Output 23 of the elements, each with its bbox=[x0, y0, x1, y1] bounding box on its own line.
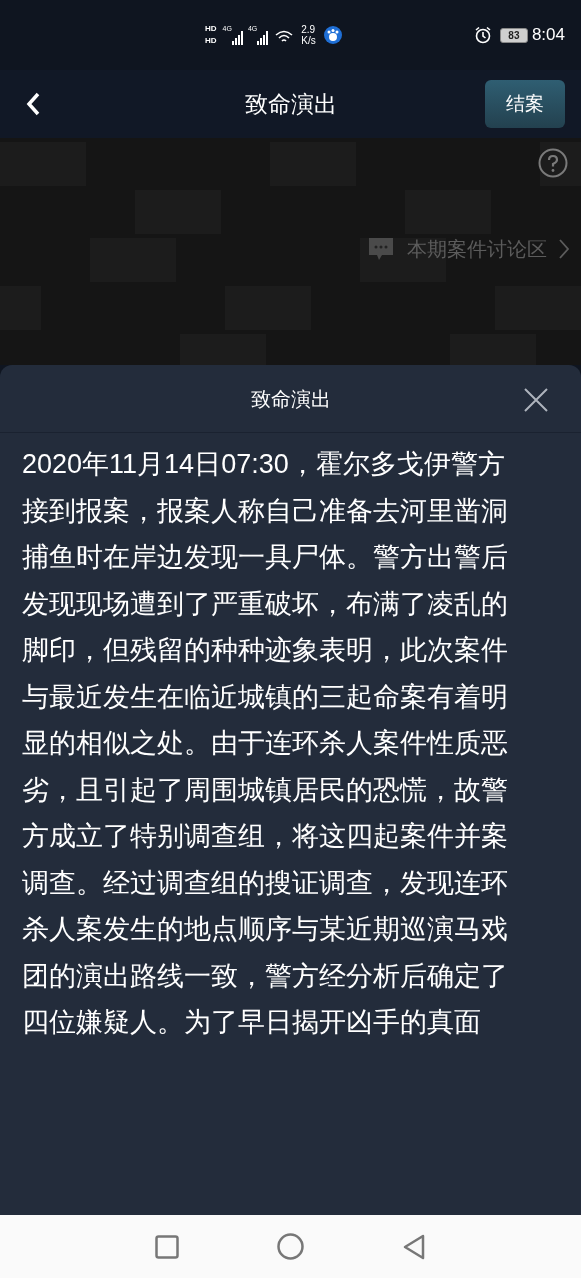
recent-apps-icon[interactable] bbox=[155, 1234, 179, 1259]
chat-bubble-icon bbox=[367, 236, 395, 262]
help-icon[interactable] bbox=[538, 148, 568, 178]
back-nav-icon[interactable] bbox=[402, 1233, 426, 1260]
chevron-right-icon bbox=[559, 239, 569, 259]
network-speed: 2.9 bbox=[301, 24, 316, 35]
signal-icon bbox=[231, 31, 244, 45]
battery-indicator: 83 bbox=[499, 27, 528, 43]
speed-unit: K/s bbox=[301, 35, 316, 46]
clock-time: 8:04 bbox=[531, 24, 565, 47]
home-icon[interactable] bbox=[277, 1233, 304, 1260]
sim-label: HD bbox=[205, 23, 217, 35]
close-case-button[interactable]: 结案 bbox=[485, 80, 565, 128]
back-icon bbox=[25, 92, 41, 116]
alarm-icon bbox=[473, 26, 492, 44]
wifi-icon bbox=[275, 30, 294, 44]
page-title: 致命演出 bbox=[244, 89, 337, 119]
close-button[interactable] bbox=[523, 387, 549, 413]
close-icon bbox=[523, 387, 549, 413]
signal-icon bbox=[257, 31, 270, 45]
sheet-title: 致命演出 bbox=[250, 386, 331, 412]
case-description: 2020年11月14日07:30，霍尔多戈伊警方 接到报案，报案人称自己准备去河里凿洞 捕鱼时在岸边发现一具尸体。警方出警后 发现现场遭到了严重破坏，布满了凌乱的 脚印，但残留的种种迹象表明，此次案件 与最近发生在临近城镇的三起命案有着明 显的相似之处。由于连环杀人案件性质恶 劣，且引起了周围城镇居民的恐慌，故警 方成立了特别调查组，将这四起案件并案 调查。经过调查组的搜证调查，发现连环 杀人案发生的地点顺序与某近期巡演马戏 团的演出路线一致，警方经分析后确定了 四位嫌疑人。为了早日揭开凶手的真面 bbox=[22, 448, 508, 1039]
sim-label: HD bbox=[205, 35, 217, 47]
